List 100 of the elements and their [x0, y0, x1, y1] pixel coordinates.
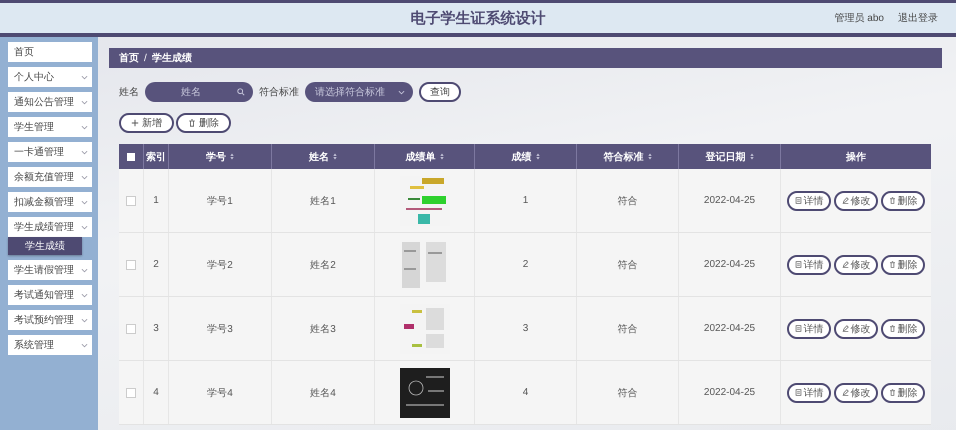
table-cell-text: 姓名1	[310, 194, 336, 208]
row-checkbox[interactable]	[126, 260, 136, 270]
sort-icon	[333, 153, 337, 160]
sidebar-subitem[interactable]: 学生成绩	[8, 237, 82, 255]
document-icon	[794, 261, 802, 268]
breadcrumb-separator: /	[144, 52, 147, 64]
table-cell: 3	[522, 323, 528, 334]
pen-icon	[842, 261, 848, 268]
pen-icon	[842, 197, 848, 204]
document-icon	[794, 325, 802, 332]
sort-icon	[536, 153, 540, 160]
table-cell: 3	[153, 323, 159, 334]
sort-icon	[648, 153, 652, 160]
chevron-icon	[81, 224, 88, 230]
document-icon	[794, 197, 802, 204]
name-label: 姓名	[119, 86, 139, 99]
details-button[interactable]: 详情	[787, 318, 831, 338]
trash-icon	[888, 325, 896, 332]
table-cell-text: 符合	[618, 322, 638, 336]
table-cell-text: 学号1	[207, 194, 233, 208]
table-cell-text: 符合	[618, 258, 638, 272]
sidebar-item[interactable]: 学生成绩管理	[8, 217, 92, 237]
edit-button[interactable]: 修改	[834, 382, 878, 402]
sidebar-item[interactable]: 扣减金额管理	[8, 192, 92, 212]
table-cell: 2022-04-25	[704, 323, 756, 334]
pen-icon	[842, 325, 848, 332]
add-button[interactable]: 新增	[119, 113, 174, 133]
details-button[interactable]: 详情	[787, 382, 831, 402]
document-icon	[794, 389, 802, 396]
column-header[interactable]: 操作	[781, 144, 931, 169]
table-cell: 2022-04-25	[704, 259, 756, 270]
chevron-icon	[81, 74, 88, 80]
table-cell-text: 学号2	[207, 258, 233, 272]
trash-icon	[888, 389, 896, 396]
standard-select[interactable]: 请选择符合标准	[305, 82, 413, 102]
name-search-field[interactable]: 姓名	[145, 82, 253, 102]
sidebar-item[interactable]: 余额充值管理	[8, 167, 92, 187]
table-cell-text: 姓名2	[310, 258, 336, 272]
details-button[interactable]: 详情	[787, 254, 831, 274]
sort-icon	[440, 153, 444, 160]
chevron-icon	[81, 150, 88, 154]
chevron-icon	[81, 200, 88, 204]
table-cell: 4	[153, 387, 159, 398]
delete-button[interactable]: 删除	[881, 254, 925, 274]
sidebar-item[interactable]: 一卡通管理	[8, 142, 92, 162]
table-cell-text: 符合	[618, 194, 638, 208]
row-checkbox[interactable]	[126, 388, 136, 398]
edit-button[interactable]: 修改	[834, 190, 878, 210]
pen-icon	[842, 389, 848, 396]
table-cell-text: 姓名3	[310, 322, 336, 336]
chevron-icon	[81, 342, 88, 348]
row-checkbox[interactable]	[126, 196, 136, 206]
sidebar-item[interactable]: 学生请假管理	[8, 260, 92, 280]
table-cell-text: 符合	[618, 386, 638, 400]
chevron-icon	[81, 100, 88, 104]
sort-icon	[750, 153, 754, 160]
edit-button[interactable]: 修改	[834, 318, 878, 338]
table-cell-text: 姓名4	[310, 386, 336, 400]
chevron-icon	[81, 268, 88, 272]
sidebar-item[interactable]: 个人中心	[8, 67, 92, 87]
chevron-icon	[81, 174, 88, 180]
table-cell-text: 学号3	[207, 322, 233, 336]
details-button[interactable]: 详情	[787, 190, 831, 210]
query-button[interactable]: 查询	[419, 82, 461, 102]
chevron-icon	[398, 90, 405, 94]
table-cell: 2	[153, 259, 159, 270]
table-cell: 2	[522, 259, 528, 270]
breadcrumb-link[interactable]: 学生成绩	[152, 51, 192, 65]
table-cell: 2022-04-25	[704, 387, 756, 398]
table-cell: 4	[522, 387, 528, 398]
sidebar-item[interactable]: 通知公告管理	[8, 92, 92, 112]
sort-icon	[230, 153, 234, 160]
sidebar-item[interactable]: 考试预约管理	[8, 310, 92, 330]
table-cell: 1	[153, 195, 159, 206]
edit-button[interactable]: 修改	[834, 254, 878, 274]
plus-icon	[131, 119, 139, 127]
chevron-icon	[81, 318, 88, 322]
select-all-checkbox[interactable]	[127, 152, 135, 160]
delete-button[interactable]: 删除	[881, 190, 925, 210]
table-cell: 1	[522, 195, 528, 206]
delete-button[interactable]: 删除	[881, 318, 925, 338]
sidebar-item[interactable]: 考试通知管理	[8, 285, 92, 305]
table-cell-text: 学号4	[207, 386, 233, 400]
sidebar-item[interactable]: 首页	[8, 42, 92, 62]
delete-button[interactable]: 删除	[176, 113, 231, 133]
row-checkbox[interactable]	[126, 324, 136, 334]
app-title: 电子学生证系统设计	[410, 8, 546, 28]
logout-link[interactable]: 退出登录	[898, 11, 938, 25]
search-icon	[237, 88, 245, 96]
standard-label: 符合标准	[259, 86, 299, 99]
trash-icon	[888, 261, 896, 268]
sidebar-item[interactable]: 系统管理	[8, 335, 92, 355]
user-label: 管理员 abo	[834, 12, 884, 25]
table-cell: 2022-04-25	[704, 195, 756, 206]
delete-button[interactable]: 删除	[881, 382, 925, 402]
trash-icon	[188, 119, 196, 127]
chevron-icon	[81, 124, 88, 130]
breadcrumb-link[interactable]: 首页	[119, 51, 139, 65]
sidebar-item[interactable]: 学生管理	[8, 117, 92, 137]
chevron-icon	[81, 292, 88, 298]
